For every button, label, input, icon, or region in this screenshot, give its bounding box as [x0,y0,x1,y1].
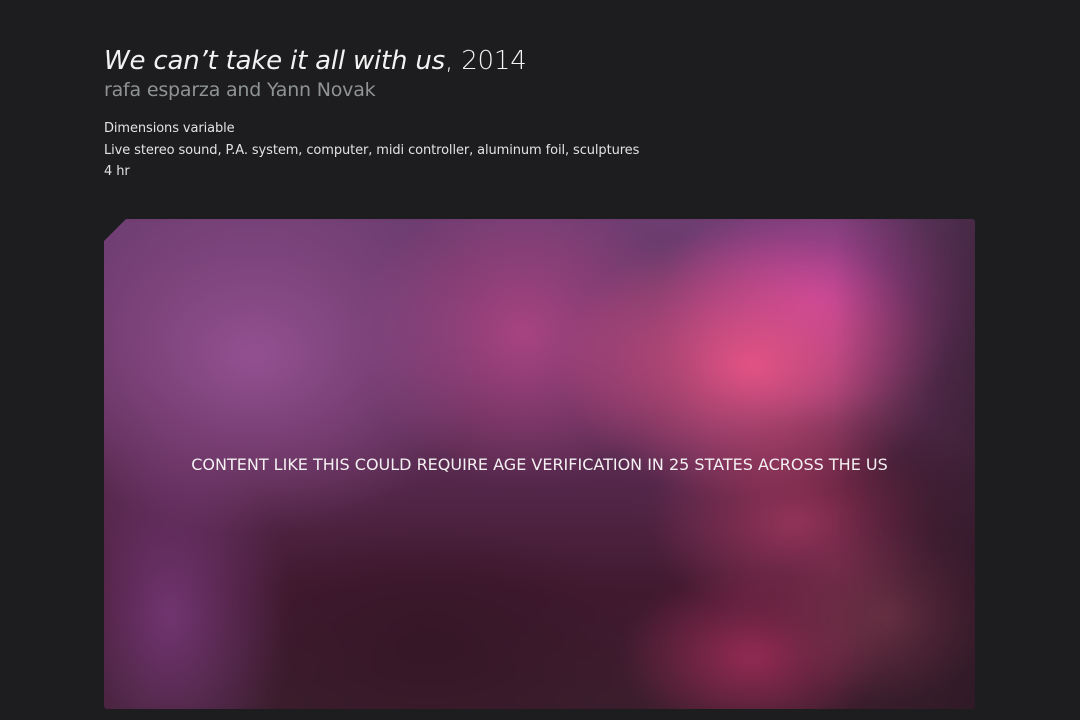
artwork-details: Dimensions variable Live stereo sound, P… [104,118,976,183]
age-verification-notice: CONTENT LIKE THIS COULD REQUIRE AGE VERI… [191,455,888,474]
artwork-header: We can’t take it all with us, 2014 rafa … [104,44,976,183]
blurred-media-frame[interactable]: CONTENT LIKE THIS COULD REQUIRE AGE VERI… [104,219,975,709]
artwork-artists: rafa esparza and Yann Novak [104,79,376,101]
artwork-year: 2014 [461,46,527,76]
year-separator: , [445,46,454,76]
artwork-dimensions: Dimensions variable [104,121,235,136]
artwork-medium: Live stereo sound, P.A. system, computer… [104,142,640,158]
artwork-duration: 4 hr [104,164,130,179]
artwork-title-line: We can’t take it all with us, 2014 [104,44,976,78]
artwork-title: We can’t take it all with us [104,46,446,76]
